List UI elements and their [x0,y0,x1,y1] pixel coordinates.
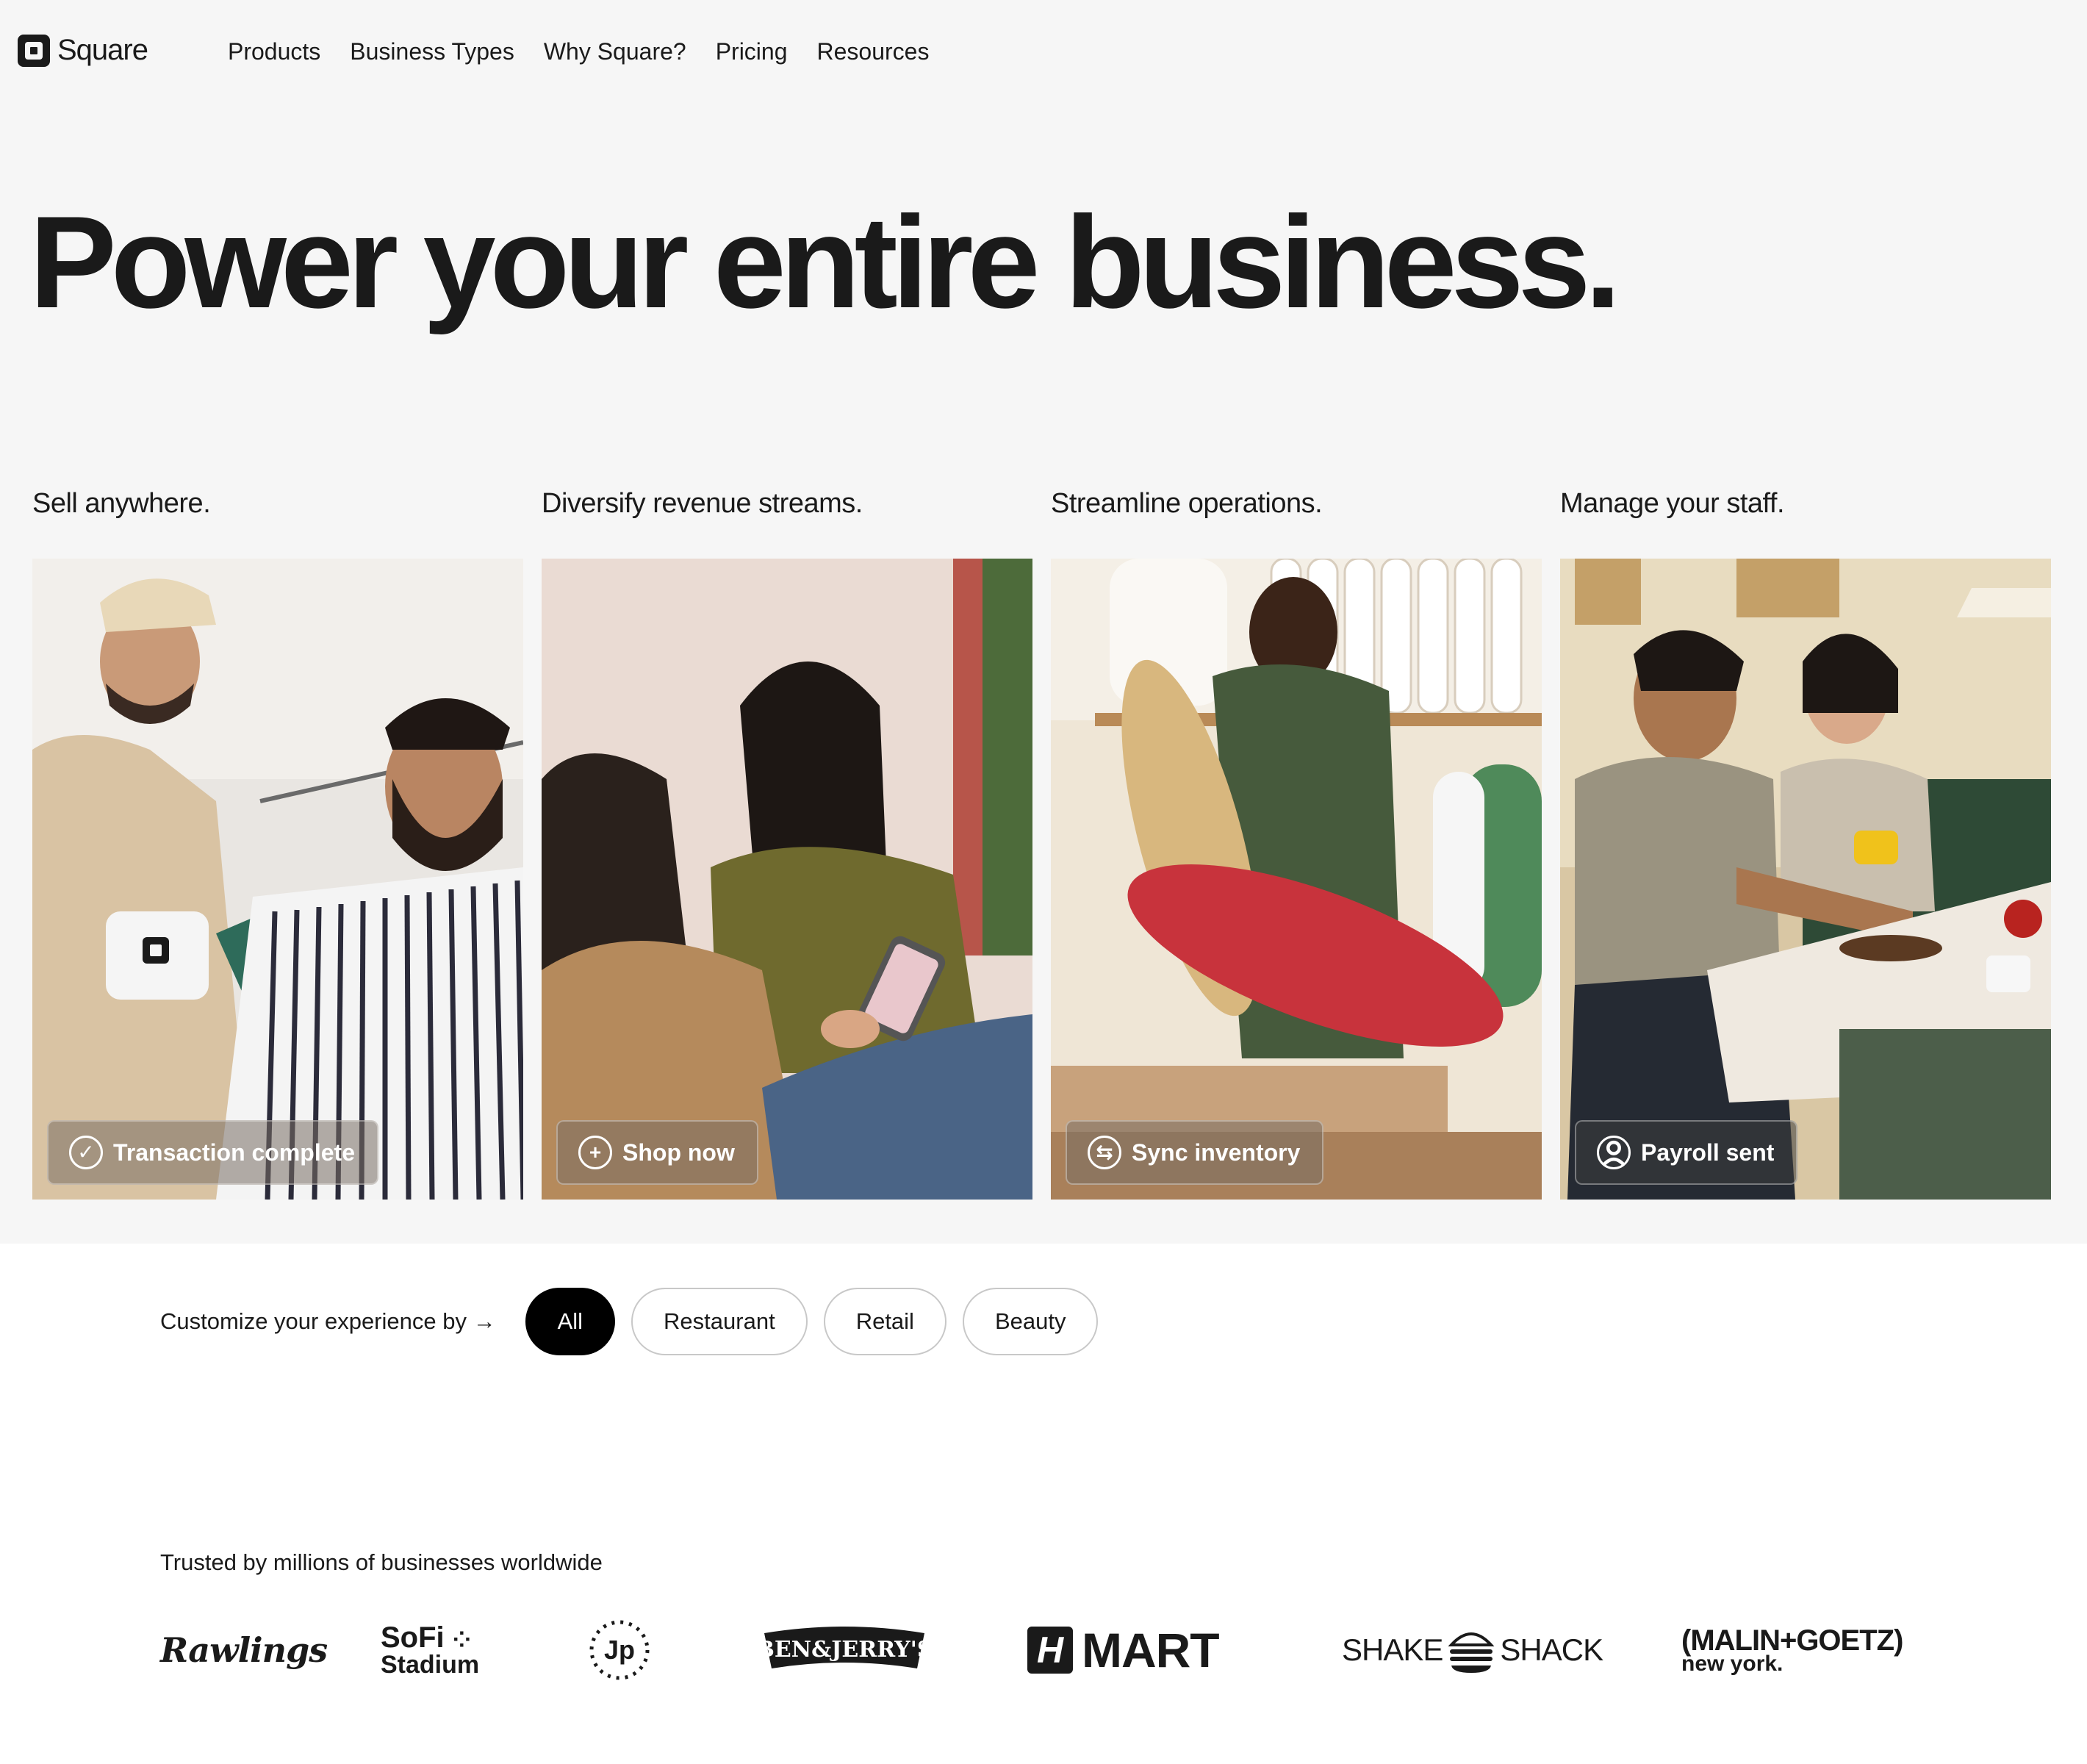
card-title: Diversify revenue streams. [542,488,863,519]
jp-logo: Jp [586,1610,653,1690]
card-diversify-revenue: Diversify revenue streams. + Shop now [542,488,1032,1200]
trusted-label: Trusted by millions of businesses worldw… [160,1549,603,1575]
plus-circle-icon: + [578,1136,612,1169]
card-sell-anywhere: Sell anywhere. ✓ Transaction complete [32,488,523,1200]
rawlings-logo: Rawlings [160,1630,328,1670]
filter-beauty[interactable]: Beauty [962,1288,1099,1355]
user-circle-icon [1597,1136,1631,1169]
sync-icon: ⇆ [1088,1136,1121,1169]
filter-retail[interactable]: Retail [823,1288,946,1355]
card-title: Streamline operations. [1051,488,1323,519]
nav-business-types[interactable]: Business Types [350,38,514,65]
payroll-sent-pill[interactable]: Payroll sent [1575,1120,1798,1185]
shake-shack-logo: SHAKE SHACK [1342,1610,1603,1690]
ben-and-jerrys-logo: BEN&JERRY'S [760,1610,929,1690]
card-photo-cafe: Payroll sent [1560,559,2051,1200]
sofi-stadium-logo: SoFi ⁘ Stadium [381,1621,480,1679]
transaction-complete-pill[interactable]: ✓ Transaction complete [47,1120,378,1185]
card-streamline-operations: Streamline operations. ⇆ Sync inventory [1051,488,1542,1200]
card-manage-staff: Manage your staff. Payroll sent [1560,488,2051,1200]
h-mart-logo: H MART [1027,1610,1220,1690]
card-photo-skate-shop: ⇆ Sync inventory [1051,559,1542,1200]
card-photo-barber: ✓ Transaction complete [32,559,523,1200]
square-logo-icon [18,34,50,67]
svg-text:Jp: Jp [604,1635,635,1665]
main-nav: Products Business Types Why Square? Pric… [228,38,929,65]
nav-pricing[interactable]: Pricing [716,38,788,65]
pill-label: Payroll sent [1641,1139,1775,1166]
hero-section: Square Products Business Types Why Squar… [0,0,2087,1244]
card-title: Sell anywhere. [32,488,211,519]
filter-all[interactable]: All [525,1288,616,1355]
card-title: Manage your staff. [1560,488,1785,519]
feature-cards: Sell anywhere. ✓ Transaction complete Di… [32,488,2053,1201]
hero-title: Power your entire business. [29,189,1621,335]
pill-label: Sync inventory [1132,1139,1301,1166]
pill-label: Shop now [622,1139,735,1166]
business-type-filter: Customize your experience by → All Resta… [160,1288,1114,1355]
malin-goetz-logo: (MALIN+GOETZ) new york. [1681,1624,1903,1676]
logo-text: Square [57,34,148,66]
sync-inventory-pill[interactable]: ⇆ Sync inventory [1066,1120,1324,1185]
nav-products[interactable]: Products [228,38,320,65]
filter-restaurant[interactable]: Restaurant [631,1288,808,1355]
nav-resources[interactable]: Resources [817,38,930,65]
check-circle-icon: ✓ [69,1136,103,1169]
pill-label: Transaction complete [113,1139,355,1166]
brand-logos: Rawlings SoFi ⁘ Stadium Jp BEN&JERRY'S H… [160,1610,1939,1690]
nav-why-square[interactable]: Why Square? [544,38,686,65]
filter-label: Customize your experience by → [160,1308,496,1334]
card-photo-shopping: + Shop now [542,559,1032,1200]
square-logo[interactable]: Square [18,34,148,67]
shop-now-pill[interactable]: + Shop now [556,1120,758,1185]
svg-text:BEN&JERRY'S: BEN&JERRY'S [760,1637,929,1663]
